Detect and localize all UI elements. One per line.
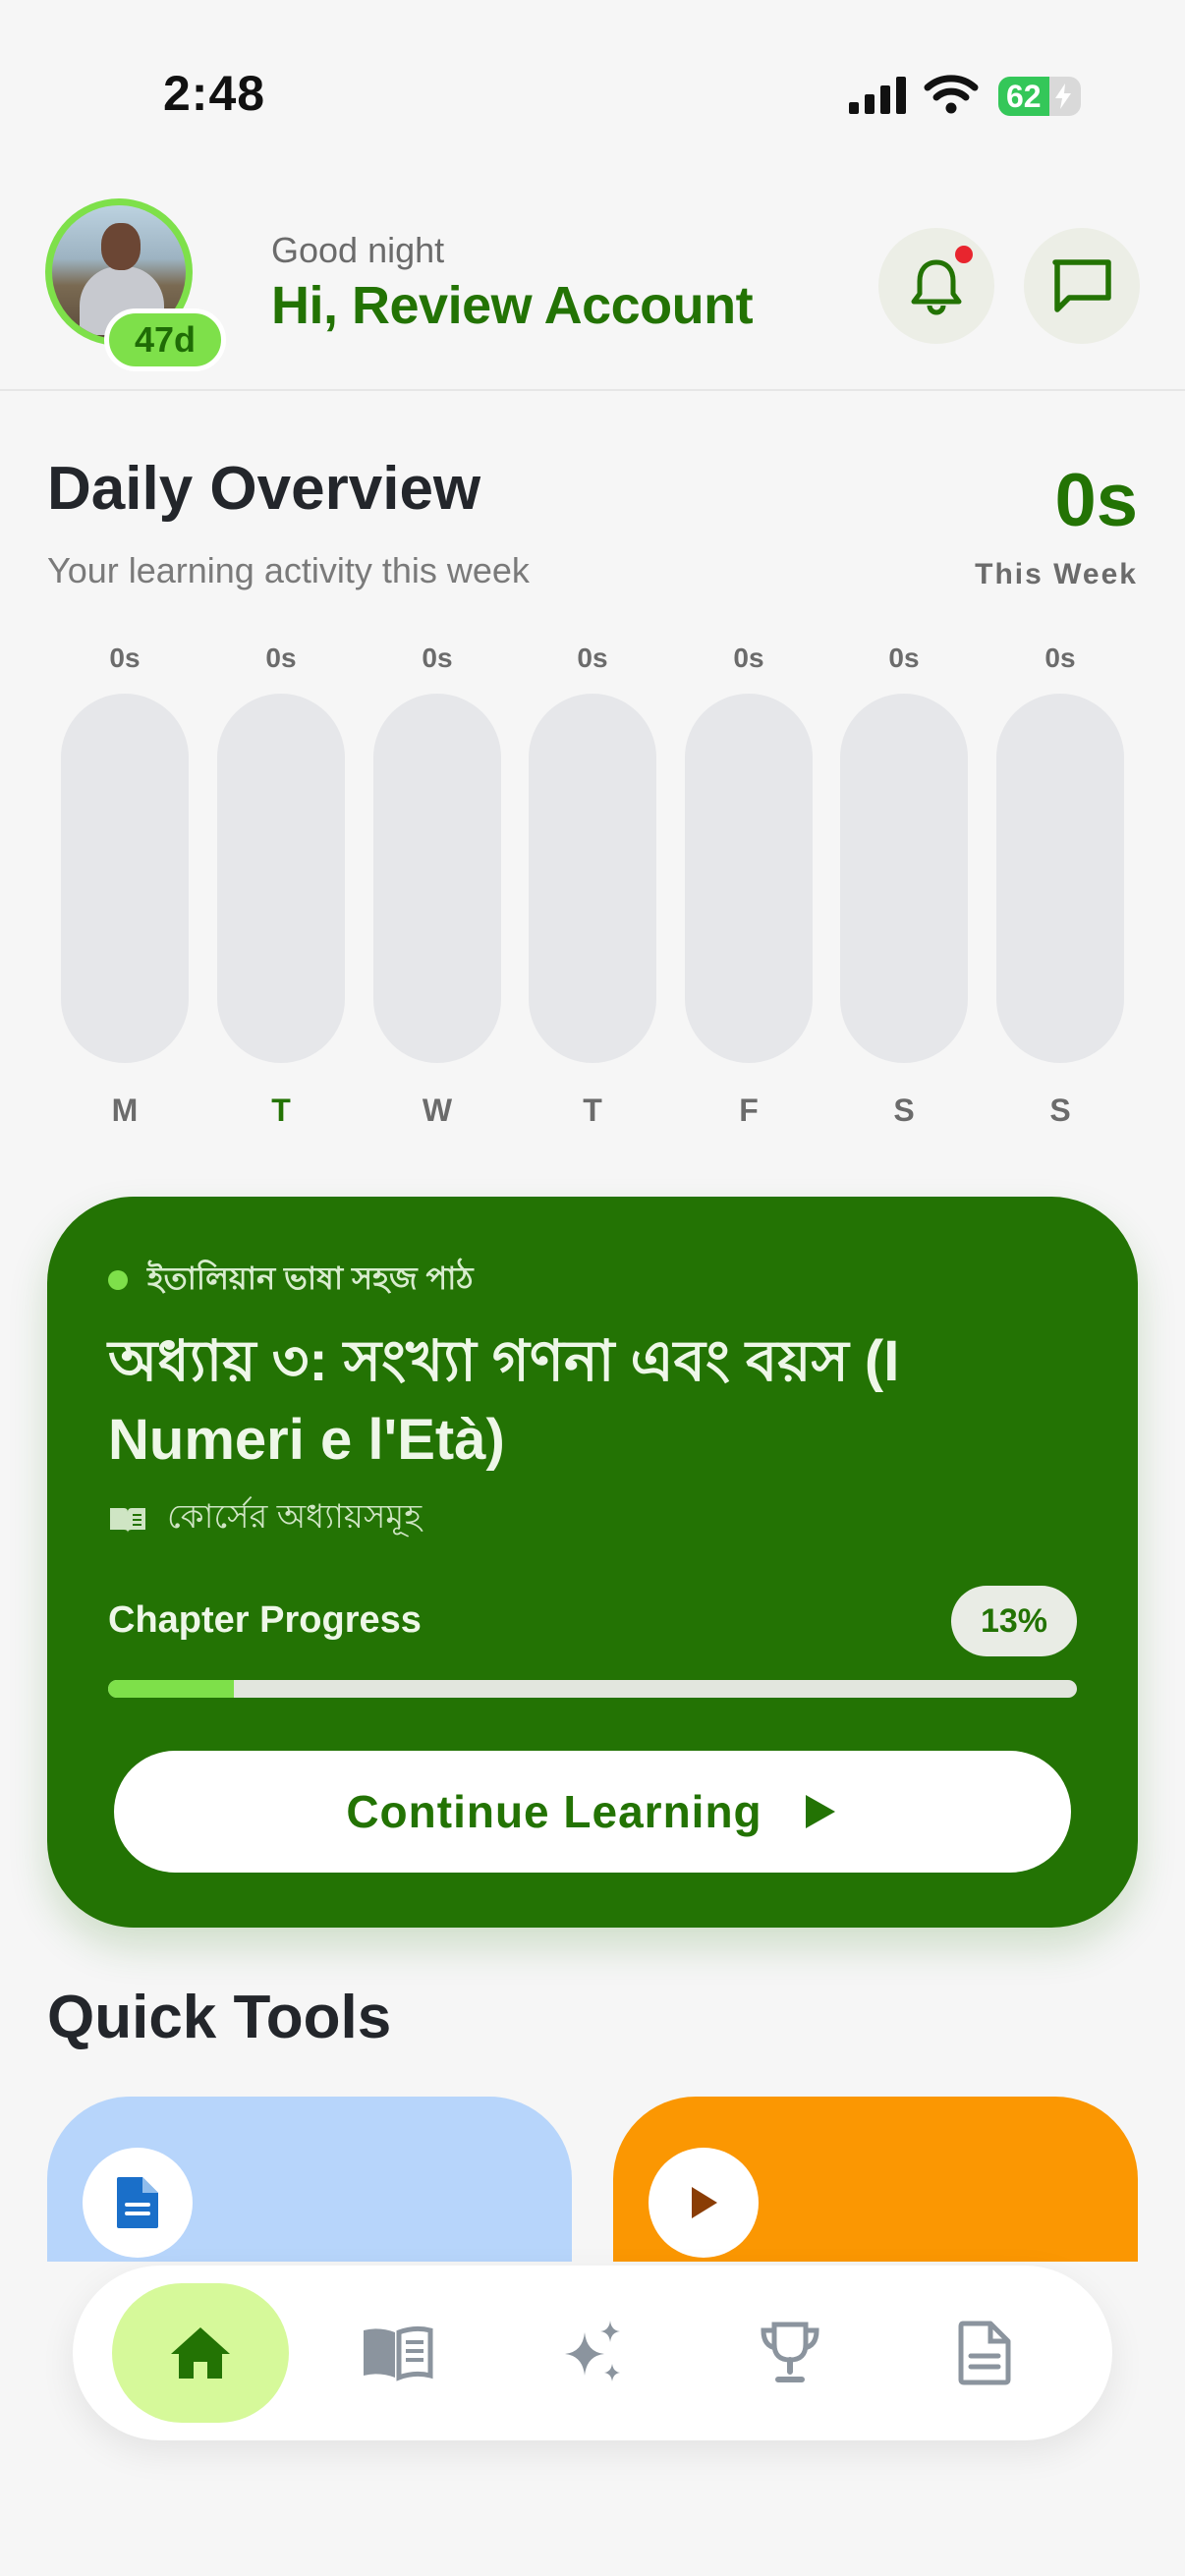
bar-day-label: T [583,1092,602,1128]
bar-monday: 0s M [61,639,189,1140]
bar-track [217,694,345,1063]
bar-friday: 0s F [685,639,813,1140]
bar-day-label: F [739,1092,759,1128]
bar-track [996,694,1124,1063]
bar-day-label: S [1049,1092,1071,1128]
battery-indicator: 62 [998,77,1081,116]
weekly-activity-chart: 0s M 0s T 0s W 0s T 0s F 0s S 0s S [0,639,1185,1140]
bar-sunday: 0s S [996,639,1124,1140]
daily-overview-title: Daily Overview [47,455,481,523]
bar-thursday: 0s T [529,639,656,1140]
status-bar: 2:48 62 [0,0,1185,187]
cellular-signal-icon [849,77,906,114]
bar-day-label: M [111,1092,139,1128]
bar-saturday: 0s S [840,639,968,1140]
bar-wednesday: 0s W [373,639,501,1140]
open-book-icon [110,1507,145,1533]
course-chapters-label: কোর্সের অধ্যায়সমূহ [167,1498,423,1536]
bar-day-label: S [893,1092,915,1128]
bar-tuesday: 0s T [217,639,345,1140]
nav-documents[interactable] [896,2283,1073,2423]
progress-label: Chapter Progress [108,1599,422,1641]
battery-level: 62 [1006,79,1042,114]
bar-track [61,694,189,1063]
sparkles-icon [565,2321,620,2381]
home-icon [171,2327,230,2379]
document-icon [117,2177,158,2228]
bar-track [840,694,968,1063]
bar-value: 0s [577,643,608,673]
messages-button[interactable] [1024,228,1140,344]
bar-value: 0s [265,643,297,673]
quick-tools-title: Quick Tools [47,1984,392,2051]
notifications-button[interactable] [878,228,994,344]
bar-track [685,694,813,1063]
streak-badge: 47d [104,308,226,371]
continue-learning-label: Continue Learning [346,1786,762,1837]
play-icon [692,2187,717,2218]
chapter-progress-fill [108,1680,235,1698]
week-total-time: 0s [1054,459,1138,542]
nav-home[interactable] [112,2283,289,2423]
daily-overview-subtitle: Your learning activity this week [47,550,530,590]
bar-value: 0s [109,643,141,673]
course-tag: ইতালিয়ান ভাষা সহজ পাঠ [108,1254,474,1307]
tool-icon-circle [649,2148,759,2258]
notification-dot [955,246,973,263]
nav-leaderboard[interactable] [702,2283,878,2423]
tag-dot-icon [108,1270,128,1290]
bar-track [529,694,656,1063]
charging-bolt-icon [1055,84,1071,109]
course-chapters-link[interactable]: কোর্সের অধ্যায়সমূহ [108,1491,422,1547]
chapter-title: অধ্যায় ৩: সংখ্যা গণনা এবং বয়স (I Numer… [108,1329,900,1472]
continue-learning-button[interactable]: Continue Learning [114,1751,1071,1873]
trophy-icon [761,2322,819,2382]
status-time: 2:48 [163,66,266,121]
bottom-navigation [73,2266,1112,2440]
bar-value: 0s [888,643,920,673]
course-name: ইতালিয়ান ভাষা সহজ পাঠ [147,1260,474,1296]
tool-icon-circle [83,2148,193,2258]
book-icon [364,2325,433,2381]
week-total-label: This Week [975,558,1138,590]
wifi-icon [924,75,979,114]
app-header: 47d Good night Hi, Review Account [0,187,1185,391]
bar-value: 0s [422,643,453,673]
chapter-progress-bar [108,1680,1077,1698]
user-greeting-name: Hi, Review Account [271,276,754,335]
bar-track [373,694,501,1063]
bar-day-label: W [422,1092,453,1128]
play-icon [805,1795,835,1828]
current-course-card[interactable]: ইতালিয়ান ভাষা সহজ পাঠ অধ্যায় ৩: সংখ্যা… [47,1197,1138,1928]
progress-percent-badge: 13% [951,1586,1077,1656]
bar-value: 0s [733,643,764,673]
document-icon [958,2321,1011,2385]
bar-value: 0s [1044,643,1076,673]
nav-courses[interactable] [309,2283,485,2423]
greeting-text: Good night [271,230,445,270]
nav-ai[interactable] [505,2283,682,2423]
bell-icon [911,259,962,315]
chat-bubble-icon [1052,259,1111,312]
bar-day-label-today: T [271,1092,291,1128]
